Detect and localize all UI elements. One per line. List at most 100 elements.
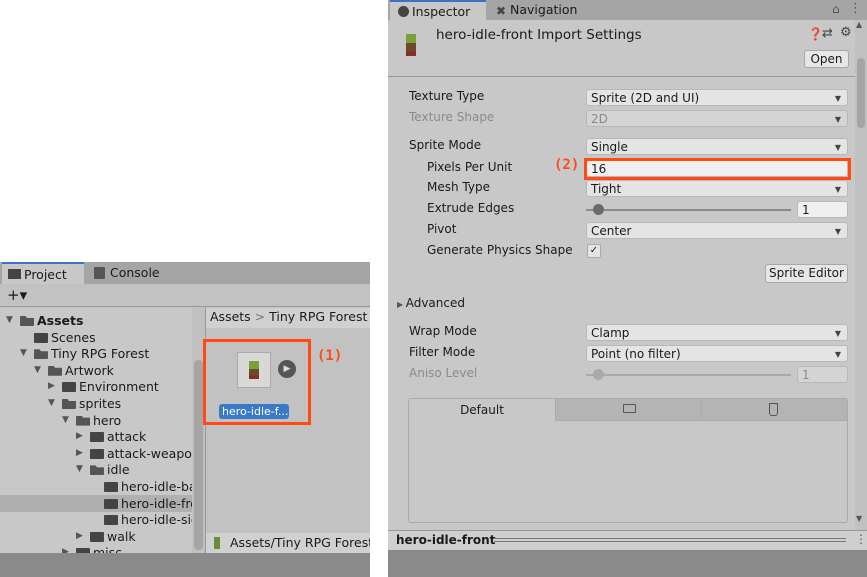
breadcrumb: Assets > Tiny RPG Forest <box>206 308 370 328</box>
open-button[interactable]: Open <box>804 50 849 68</box>
footer-resize-handle[interactable] <box>494 538 846 542</box>
tree-item-label: sprites <box>79 396 122 411</box>
filter_mode-label: Filter Mode <box>409 345 476 359</box>
tree-item[interactable]: hero-idle-back <box>0 478 192 495</box>
tree-item[interactable]: ▼ hero <box>0 412 192 429</box>
project-panel: Project Console +▾ ▼ Assets Scenes ▼ Tiny RP… <box>0 262 370 577</box>
wrap_mode-dropdown[interactable]: Clamp ▼ <box>586 324 848 341</box>
tree-item[interactable]: Scenes <box>0 329 192 346</box>
annotation-1: (1) <box>317 348 343 364</box>
info-icon <box>398 6 409 17</box>
mesh_type-label: Mesh Type <box>427 180 490 194</box>
status-bar: Assets/Tiny RPG Forest/ <box>206 533 370 553</box>
collapsed-arrow-icon[interactable]: ▶ <box>76 528 83 545</box>
console-icon <box>94 267 105 279</box>
folder-tree: ▼ Assets Scenes ▼ Tiny RPG Forest ▼ Artwork ▶ En… <box>0 308 192 560</box>
tab-navigation[interactable]: ✖ Navigation <box>488 0 598 20</box>
tree-item[interactable]: ▼ Artwork <box>0 362 192 379</box>
navigation-icon: ✖ <box>496 4 507 18</box>
folder-icon <box>90 531 104 542</box>
expanded-arrow-icon[interactable]: ▼ <box>34 362 41 379</box>
tree-item[interactable]: ▶ attack <box>0 428 192 445</box>
tab-project[interactable]: Project <box>2 262 84 284</box>
expanded-arrow-icon[interactable]: ▼ <box>20 345 27 362</box>
tree-item-label: Assets <box>37 313 84 328</box>
tree-item[interactable]: hero-idle-front <box>0 494 192 512</box>
collapsed-arrow-icon[interactable]: ▶ <box>48 378 55 395</box>
aniso_level-slider <box>586 374 791 376</box>
folder-icon <box>62 382 76 393</box>
tree-item-label: attack <box>107 429 147 445</box>
html5-icon[interactable] <box>769 403 778 416</box>
tree-item-label: hero <box>93 412 122 428</box>
folder-icon <box>76 415 90 426</box>
filter_mode-dropdown[interactable]: Point (no filter) ▼ <box>586 345 848 362</box>
sprite_mode-label: Sprite Mode <box>409 138 482 152</box>
aniso_level-slider-handle <box>593 369 604 380</box>
extrude_edges-slider[interactable] <box>586 209 791 211</box>
expanded-arrow-icon[interactable]: ▼ <box>6 312 13 329</box>
tree-item-label: Environment <box>79 379 159 395</box>
folder-icon <box>104 482 118 492</box>
folder-icon <box>34 332 48 343</box>
more-icon[interactable]: ⋮ <box>849 1 862 16</box>
tab-inspector[interactable]: Inspector <box>390 0 486 20</box>
texture_type-dropdown[interactable]: Sprite (2D and UI) ▼ <box>586 89 848 106</box>
add-button[interactable]: +▾ <box>7 284 27 306</box>
tab-console[interactable]: Console <box>88 262 178 284</box>
tree-item[interactable]: ▼ sprites <box>0 395 192 412</box>
pixels_per_unit-label: Pixels Per Unit <box>427 160 513 174</box>
expanded-arrow-icon[interactable]: ▼ <box>76 461 83 478</box>
tree-item-label: Tiny RPG Forest <box>51 346 150 362</box>
tree-item[interactable]: ▶ walk <box>0 528 192 545</box>
highlight-box-1 <box>203 339 311 425</box>
chevron-down-icon: ▼ <box>834 227 841 236</box>
breadcrumb-tiny-rpg-forest[interactable]: Tiny RPG Forest <box>269 309 367 324</box>
tree-item[interactable]: ▶ attack-weapon <box>0 445 192 462</box>
inspector-scrollbar[interactable]: ▲ ▼ <box>855 20 867 530</box>
platform-settings: Default <box>408 398 848 523</box>
generate-physics-shape-checkbox[interactable]: ✓ <box>587 244 601 258</box>
mesh_type-dropdown[interactable]: Tight ▼ <box>586 180 848 197</box>
page-title: hero-idle-front Import Settings <box>436 27 642 43</box>
tree-item[interactable]: ▼ Assets <box>0 312 192 329</box>
gear-icon[interactable]: ⚙ <box>840 25 852 40</box>
expanded-arrow-icon[interactable]: ▼ <box>48 395 55 412</box>
footer-more-icon[interactable]: ⋮ <box>855 532 867 546</box>
expanded-arrow-icon[interactable]: ▼ <box>62 412 69 429</box>
preset-icon[interactable]: ⇄ <box>822 26 833 41</box>
chevron-down-icon: ▼ <box>834 115 841 124</box>
texture_shape-dropdown: 2D ▼ <box>586 110 848 127</box>
texture_shape-label: Texture Shape <box>409 110 495 124</box>
help-icon[interactable]: ❓ <box>808 27 823 41</box>
pivot-dropdown[interactable]: Center ▼ <box>586 222 848 239</box>
physics_shape-label: Generate Physics Shape <box>427 243 573 257</box>
chevron-down-icon: ▼ <box>834 185 841 194</box>
monitor-icon[interactable] <box>555 399 702 421</box>
extrude_edges-slider-handle[interactable] <box>593 204 604 215</box>
folder-icon <box>20 316 34 326</box>
pivot-label: Pivot <box>427 222 457 236</box>
tree-item[interactable]: ▼ Tiny RPG Forest <box>0 345 192 362</box>
sprite-editor-button[interactable]: Sprite Editor <box>765 264 848 283</box>
footer-bar: hero-idle-front ⋮ <box>388 530 867 550</box>
chevron-down-icon: ▼ <box>834 94 841 103</box>
lock-icon[interactable]: ⌂ <box>832 2 840 16</box>
folder-icon <box>90 432 104 443</box>
tree-item-label: Artwork <box>65 362 114 378</box>
tree-item-label: idle <box>107 462 130 478</box>
extrude_edges-input[interactable]: 1 <box>797 201 848 218</box>
tab-default[interactable]: Default <box>409 399 555 422</box>
collapsed-arrow-icon[interactable]: ▶ <box>76 445 83 462</box>
tree-item[interactable]: hero-idle-side <box>0 511 192 528</box>
sprite_mode-dropdown[interactable]: Single ▼ <box>586 138 848 155</box>
breadcrumb-assets[interactable]: Assets <box>210 309 251 324</box>
advanced-foldout[interactable]: ▶ Advanced <box>397 293 465 313</box>
tree-item[interactable]: ▶ Environment <box>0 378 192 395</box>
folder-icon <box>34 349 48 360</box>
tree-item-label: hero-idle-side <box>121 512 192 528</box>
collapsed-arrow-icon[interactable]: ▶ <box>76 428 83 445</box>
highlight-box-2 <box>584 158 851 180</box>
folder-icon <box>104 515 118 526</box>
tree-item[interactable]: ▼ idle <box>0 461 192 478</box>
